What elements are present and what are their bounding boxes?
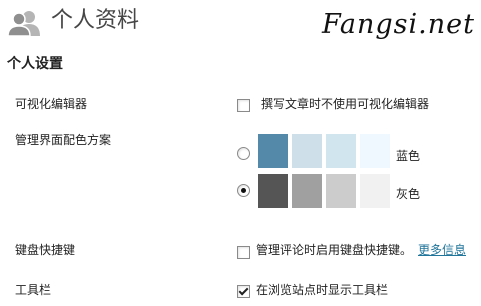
- scheme-grey-swatch-2: [292, 174, 322, 208]
- visual-editor-label: 可视化编辑器: [15, 97, 88, 111]
- scheme-blue-swatch-4: [360, 134, 390, 168]
- scheme-name-blue: 蓝色: [396, 149, 421, 163]
- color-scheme-label: 管理界面配色方案: [15, 133, 112, 147]
- scheme-blue-swatch-1: [258, 134, 288, 168]
- visual-editor-option-text: 撰写文章时不使用可视化编辑器: [261, 97, 430, 111]
- scheme-radio-blue[interactable]: [237, 147, 250, 160]
- site-watermark: Fangsi.net: [322, 9, 475, 40]
- keyboard-shortcuts-option-text: 管理评论时启用键盘快捷键。: [256, 243, 413, 257]
- toolbar-option-text: 在浏览站点时显示工具栏: [256, 283, 389, 297]
- toolbar-checkbox[interactable]: [237, 285, 250, 298]
- keyboard-shortcuts-label: 键盘快捷键: [15, 243, 76, 257]
- scheme-radio-grey[interactable]: [237, 184, 250, 197]
- keyboard-shortcuts-checkbox[interactable]: [237, 246, 250, 259]
- scheme-blue-swatch-3: [326, 134, 356, 168]
- page-title: 个人资料: [51, 8, 140, 33]
- more-info-link[interactable]: 更多信息: [418, 242, 466, 258]
- users-icon: [7, 8, 41, 37]
- section-title: 个人设置: [7, 56, 63, 72]
- scheme-blue-swatch-2: [292, 134, 322, 168]
- visual-editor-checkbox[interactable]: [237, 99, 250, 112]
- scheme-grey-swatch-3: [326, 174, 356, 208]
- scheme-grey-swatch-1: [258, 174, 288, 208]
- toolbar-label: 工具栏: [15, 283, 52, 297]
- scheme-name-grey: 灰色: [396, 187, 421, 201]
- scheme-grey-swatch-4: [360, 174, 390, 208]
